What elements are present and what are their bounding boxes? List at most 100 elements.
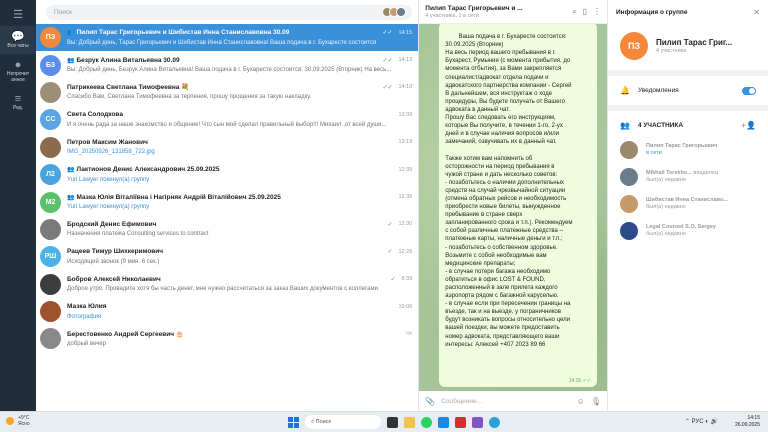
taskbar: +9°C Ясно ⌕ Поиск ⌃ РУС ◐ 🔊 14:15 26.09.2… (0, 411, 768, 432)
attach-icon[interactable]: 📎 (425, 397, 435, 406)
chat-time: 8:39 (401, 276, 413, 283)
chat-time: 14:10 (398, 84, 413, 91)
folder-edit[interactable]: ≡ Ред. (0, 88, 36, 116)
avatar (40, 301, 61, 323)
chat-list: ПЗ 👥 Пилип Тарас Григорьевич и Шибистав … (36, 24, 419, 411)
system-tray-icons[interactable]: ⌃ РУС ◐ 🔊 (685, 418, 718, 425)
folder-unread[interactable]: ● Непрочит анное (0, 54, 36, 88)
conversation-subtitle: 4 участника, 1 в сети (425, 12, 479, 19)
folder-label: Непрочит анное (6, 71, 30, 83)
members-header-label: 4 УЧАСТНИКА (637, 122, 684, 129)
member-item[interactable]: Пилип Тарас Григорьевич в сети (608, 136, 768, 163)
weather-desc: Ясно (18, 421, 30, 427)
member-item[interactable]: Mikhail Terekho... владелец был(а) недав… (608, 163, 768, 190)
info-title: Информация о группе (616, 8, 688, 16)
avatar: БЗ (40, 54, 61, 76)
message-bubble[interactable]: Ваша подача в г. Бухаресте состоится: 30… (439, 24, 597, 387)
menu-button[interactable]: ☰ (0, 4, 36, 26)
sun-icon (6, 417, 14, 425)
chat-list-item[interactable]: Берестовенко Андрей Сергеевич 🎂 Чт добры… (36, 325, 418, 352)
weather-widget[interactable]: +9°C Ясно (6, 415, 30, 427)
member-item[interactable]: Шибистав Инна Станиславо... был(а) недав… (608, 190, 768, 217)
group-profile: ПЗ Пилип Тарас Григ... 4 участника (608, 24, 768, 70)
microphone-icon[interactable]: 🎙 (591, 397, 601, 406)
chat-preview: добрый вечер (67, 340, 106, 347)
whatsapp-icon[interactable] (421, 416, 432, 428)
notifications-row[interactable]: 🔔 Уведомления (608, 76, 768, 105)
member-name: Пилип Тарас Григорьевич (646, 143, 718, 149)
chat-name: Мазка Юлія Віталіївна і Нагірняк Андрій … (76, 193, 281, 201)
chat-preview: Исходящий звонок (9 мин. 6 сек.) (67, 258, 160, 265)
chat-list-item[interactable]: Бобров Алексей Николаевич ✓ 8:39 Доброе … (36, 271, 418, 298)
member-status: был(а) недавно (646, 204, 686, 210)
avatar (620, 194, 638, 213)
chat-list-item[interactable]: БЗ 👥 Безрук Алина Витальевна 30.09 ✓✓ 14… (36, 51, 418, 78)
conversation-title: Пилип Тарас Григорьевич и ... (425, 4, 523, 12)
conversation-panel: Пилип Тарас Григорьевич и ... 4 участник… (419, 0, 608, 411)
chat-list-item[interactable]: СС Света Солодкова 13:39 И я очень рада … (36, 106, 418, 133)
avatar: СС (40, 109, 61, 131)
members-list: Пилип Тарас Григорьевич в сети Mikhail T… (608, 136, 768, 244)
chat-name: Патрикеева Светлана Тимофеевна 💐 (67, 84, 190, 92)
chat-list-item[interactable]: Петров Максим Жанович 13:19 IMG_20250926… (36, 134, 418, 161)
telegram-icon[interactable] (489, 416, 500, 428)
file-explorer-icon[interactable] (404, 416, 415, 428)
message-input[interactable]: Сообщение... (441, 398, 570, 405)
bell-icon: 🔔 (620, 86, 630, 95)
group-icon: 👥 (67, 194, 75, 201)
avatar: РШ (40, 246, 61, 268)
search-input[interactable]: Поиск (46, 4, 413, 20)
more-icon[interactable]: ⋮ (593, 7, 601, 16)
chat-preview: Yuri Lawyer покинул(а) группу (67, 204, 150, 211)
chat-time: 12:26 (398, 248, 413, 255)
folder-rail: ☰ 💬 Все чаты ● Непрочит анное ≡ Ред. (0, 0, 36, 411)
chat-list-item[interactable]: Бродский Денис Ефимович ✓ 12:30 Назначен… (36, 216, 418, 243)
group-name: Пилип Тарас Григ... (656, 38, 733, 47)
taskbar-search[interactable]: ⌕ Поиск (305, 415, 381, 429)
windows-start-icon[interactable] (288, 416, 299, 428)
chat-name: Петров Максим Жанович (67, 138, 148, 146)
close-icon[interactable]: ✕ (753, 8, 760, 17)
task-view-icon[interactable] (387, 416, 398, 428)
add-member-icon[interactable]: +👤 (741, 121, 756, 130)
emoji-icon[interactable]: ☺ (577, 397, 585, 406)
member-name: Mikhail Terekho... владелец (646, 170, 718, 176)
member-item[interactable]: Legal Counsel S.O. Sergey был(а) недавно (608, 217, 768, 244)
member-name: Legal Counsel S.O. Sergey (646, 224, 716, 230)
app-icon[interactable] (455, 416, 466, 428)
chat-time: 12:35 (398, 194, 413, 201)
chat-preview: IMG_20250926_131858_722.jpg (67, 149, 155, 156)
app-icon[interactable] (472, 416, 483, 428)
read-check-icon: ✓ (390, 276, 396, 283)
clock[interactable]: 14:15 26.09.2025 (735, 415, 760, 429)
members-header: 👥 4 УЧАСТНИКА +👤 (608, 111, 768, 136)
chat-name: Бобров Алексей Николаевич (67, 275, 161, 283)
notifications-toggle[interactable] (742, 86, 756, 95)
read-check-icon: ✓✓ (382, 57, 393, 64)
chat-list-item[interactable]: Патрикеева Светлана Тимофеевна 💐 ✓✓ 14:1… (36, 79, 418, 106)
group-icon: 👥 (67, 57, 75, 64)
chat-preview: Спасибо Вам, Светлана Тимофеевна за терп… (67, 94, 312, 101)
folder-all-chats[interactable]: 💬 Все чаты (0, 26, 36, 54)
compose-bar: 📎 Сообщение... ☺ 🎙 (419, 391, 607, 411)
chat-bubbles-icon: 💬 (11, 31, 25, 43)
read-check-icon: ✓ (387, 249, 393, 256)
chat-list-item[interactable]: Мазка Юлия 19:06 Фотография (36, 298, 418, 325)
group-icon: 👥 (67, 30, 75, 37)
chat-list-item[interactable]: ПЗ 👥 Пилип Тарас Григорьевич и Шибистав … (36, 24, 419, 52)
sidebar-toggle-icon[interactable]: ▯ (583, 7, 587, 16)
chat-time: 12:30 (398, 221, 413, 228)
chat-name: Безрук Алина Витальевна 30.09 (76, 56, 180, 64)
edge-icon[interactable] (438, 416, 449, 428)
search-icon[interactable]: ⌕ (572, 7, 576, 17)
chat-name: Бродский Денис Ефимович (67, 220, 157, 228)
chat-list-item[interactable]: РШ Рацеев Тимур Шихкеримович ✓ 12:26 Исх… (36, 243, 418, 270)
chat-list-item[interactable]: Л2 👥 Лактионов Денис Александрович 25.09… (36, 161, 418, 188)
chat-time: 19:06 (398, 303, 413, 310)
chat-list-item[interactable]: М2 👥 Мазка Юлія Віталіївна і Нагірняк Ан… (36, 188, 418, 215)
notifications-label: Уведомления (637, 87, 679, 94)
conversation-header[interactable]: Пилип Тарас Григорьевич и ... 4 участник… (419, 0, 607, 24)
search-bar: Поиск (36, 0, 418, 24)
story-avatars[interactable] (382, 6, 407, 17)
chat-time: Чт (406, 330, 413, 337)
